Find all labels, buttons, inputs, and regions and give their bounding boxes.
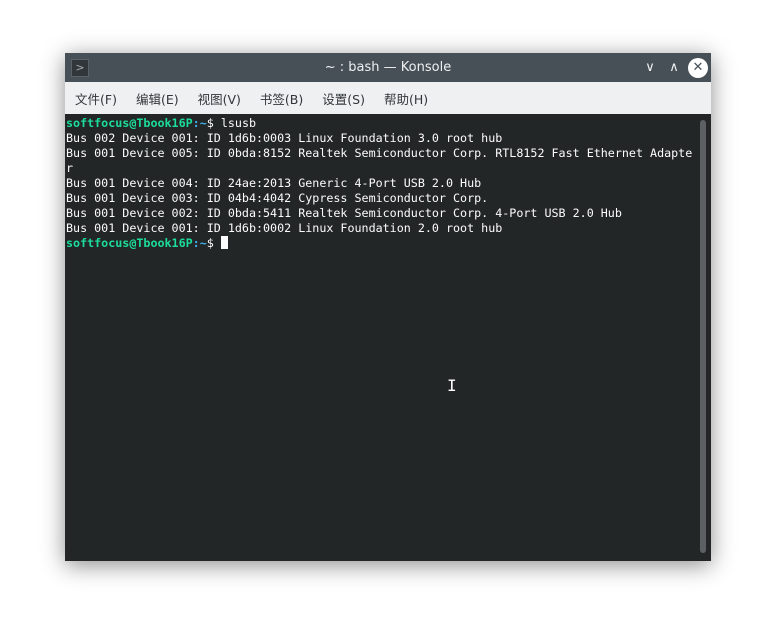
command-text: lsusb <box>220 116 257 130</box>
prompt-user-host: softfocus@Tbook16P <box>66 236 193 250</box>
prompt-user-host: softfocus@Tbook16P <box>66 116 193 130</box>
close-icon[interactable]: ✕ <box>688 58 708 78</box>
menu-help[interactable]: 帮助(H) <box>384 89 428 108</box>
prompt-line: softfocus@Tbook16P:~$ <box>66 236 711 251</box>
prompt-path: :~ <box>192 116 207 130</box>
menu-settings[interactable]: 设置(S) <box>322 89 365 108</box>
prompt-line: softfocus@Tbook16P:~$ lsusb <box>66 116 711 131</box>
output-line: r <box>66 161 74 175</box>
scrollbar[interactable] <box>700 120 706 553</box>
minimize-icon[interactable]: ∨ <box>640 58 660 78</box>
prompt-symbol: $ <box>206 116 221 130</box>
menu-edit[interactable]: 编辑(E) <box>136 89 179 108</box>
menu-bookmarks[interactable]: 书签(B) <box>260 89 303 108</box>
title-bar[interactable]: > ~ : bash — Konsole ∨ ∧ ✕ <box>65 53 711 82</box>
text-cursor <box>220 236 228 249</box>
window-title: ~ : bash — Konsole <box>324 60 452 75</box>
konsole-window: > ~ : bash — Konsole ∨ ∧ ✕ 文件(F) 编辑(E) 视… <box>65 53 711 561</box>
output-line: Bus 001 Device 002: ID 0bda:5411 Realtek… <box>66 206 622 220</box>
menu-bar: 文件(F) 编辑(E) 视图(V) 书签(B) 设置(S) 帮助(H) <box>65 82 711 114</box>
output-line: Bus 001 Device 003: ID 04b4:4042 Cypress… <box>66 191 489 205</box>
prompt-symbol: $ <box>206 236 221 250</box>
output-line: Bus 001 Device 004: ID 24ae:2013 Generic… <box>66 176 482 190</box>
terminal-output[interactable]: softfocus@Tbook16P:~$ lsusb Bus 002 Devic… <box>65 114 711 251</box>
output-line: Bus 001 Device 001: ID 1d6b:0002 Linux F… <box>66 221 503 235</box>
output-line: Bus 002 Device 001: ID 1d6b:0003 Linux F… <box>66 131 503 145</box>
output-line: Bus 001 Device 005: ID 0bda:8152 Realtek… <box>66 146 693 160</box>
menu-file[interactable]: 文件(F) <box>75 89 117 108</box>
mouse-ibeam-cursor-icon: I <box>447 376 457 395</box>
prompt-path: :~ <box>192 236 207 250</box>
maximize-icon[interactable]: ∧ <box>664 58 684 78</box>
menu-view[interactable]: 视图(V) <box>198 89 241 108</box>
